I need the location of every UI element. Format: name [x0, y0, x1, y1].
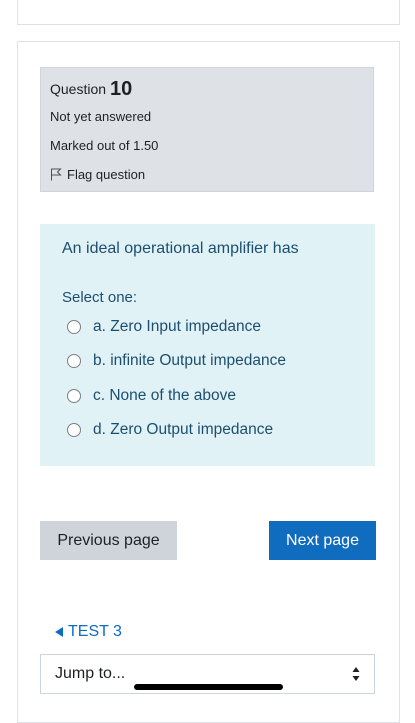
radio-button[interactable]	[67, 423, 81, 437]
answer-option-d[interactable]: d. Zero Output impedance	[67, 421, 273, 439]
answer-option-a[interactable]: a. Zero Input impedance	[67, 318, 261, 336]
back-to-quiz-link[interactable]: TEST 3	[55, 623, 122, 641]
answer-option-label: d. Zero Output impedance	[93, 421, 274, 438]
question-status: Not yet answered	[50, 109, 152, 124]
answer-option-label: c. None of the above	[93, 387, 237, 404]
back-link-label: TEST 3	[68, 623, 122, 640]
previous-question-card	[17, 0, 400, 25]
question-text: An ideal operational amplifier has	[62, 240, 299, 257]
question-label: Question	[50, 81, 107, 97]
question-number: 10	[110, 78, 133, 100]
jump-to-label: Jump to...	[55, 665, 126, 682]
flag-question-label: Flag question	[67, 167, 146, 182]
radio-button[interactable]	[67, 354, 81, 368]
question-info-panel: Question 10 Not yet answered Marked out o…	[40, 67, 374, 192]
flag-question-toggle[interactable]: Flag question	[50, 167, 145, 182]
answer-option-label: b. infinite Output impedance	[93, 352, 287, 369]
question-marks: Marked out of 1.50	[50, 138, 159, 153]
answer-option-b[interactable]: b. infinite Output impedance	[67, 352, 286, 370]
flag-icon	[51, 168, 62, 181]
select-one-prompt: Select one:	[62, 289, 138, 306]
next-page-button[interactable]: Next page	[269, 521, 376, 560]
radio-button[interactable]	[67, 389, 81, 403]
answer-option-label: a. Zero Input impedance	[93, 318, 262, 335]
answer-option-c[interactable]: c. None of the above	[67, 387, 236, 405]
select-arrows-icon	[352, 667, 360, 681]
home-indicator	[134, 684, 283, 690]
left-triangle-icon	[55, 627, 63, 637]
previous-page-button[interactable]: Previous page	[40, 521, 177, 560]
radio-button[interactable]	[67, 320, 81, 334]
question-heading: Question 10	[50, 77, 132, 100]
question-formulation: An ideal operational amplifier has Selec…	[40, 224, 375, 466]
